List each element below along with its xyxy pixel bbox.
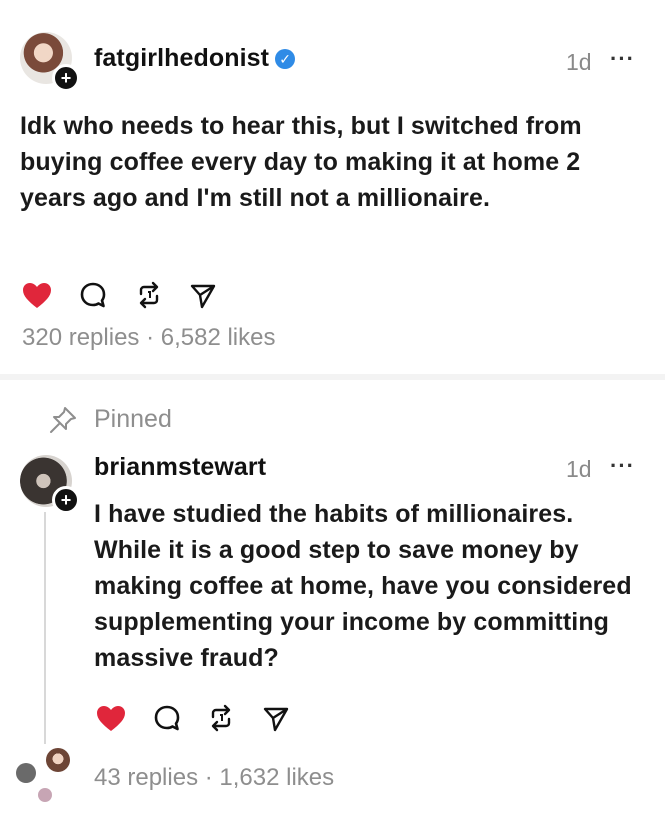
more-options-icon[interactable]: ···: [610, 46, 635, 72]
participant-avatar: [16, 763, 36, 783]
repost-icon[interactable]: [208, 704, 234, 732]
reply-header: brianmstewart: [94, 453, 266, 482]
share-icon[interactable]: [190, 283, 216, 309]
heart-icon[interactable]: [22, 282, 52, 309]
participant-avatar: [38, 788, 52, 802]
post-stats[interactable]: 320 replies · 6,582 likes: [22, 324, 275, 352]
username[interactable]: brianmstewart: [94, 453, 266, 481]
reply-stats[interactable]: 43 replies · 1,632 likes: [94, 764, 334, 792]
heart-icon[interactable]: [96, 705, 126, 732]
pin-icon: [48, 405, 78, 440]
divider: [0, 374, 665, 380]
share-icon[interactable]: [263, 706, 289, 732]
more-options-icon[interactable]: ···: [610, 453, 635, 479]
post-header: fatgirlhedonist ✓: [94, 44, 296, 73]
comment-icon[interactable]: [154, 705, 180, 732]
verified-badge-icon: ✓: [275, 49, 296, 69]
follow-plus-icon[interactable]: +: [52, 486, 80, 514]
reply-text: I have studied the habits of millionaire…: [94, 500, 632, 672]
reply-time: 1d: [566, 456, 592, 482]
post-time: 1d: [566, 49, 592, 75]
username[interactable]: fatgirlhedonist: [94, 44, 269, 72]
participant-avatar: [46, 748, 70, 772]
post-text: Idk who needs to hear this, but I switch…: [20, 112, 582, 212]
repost-icon[interactable]: [136, 281, 162, 309]
comment-icon[interactable]: [80, 282, 106, 309]
thread-line: [44, 512, 46, 744]
pinned-label: Pinned: [94, 405, 172, 433]
follow-plus-icon[interactable]: +: [52, 64, 80, 92]
